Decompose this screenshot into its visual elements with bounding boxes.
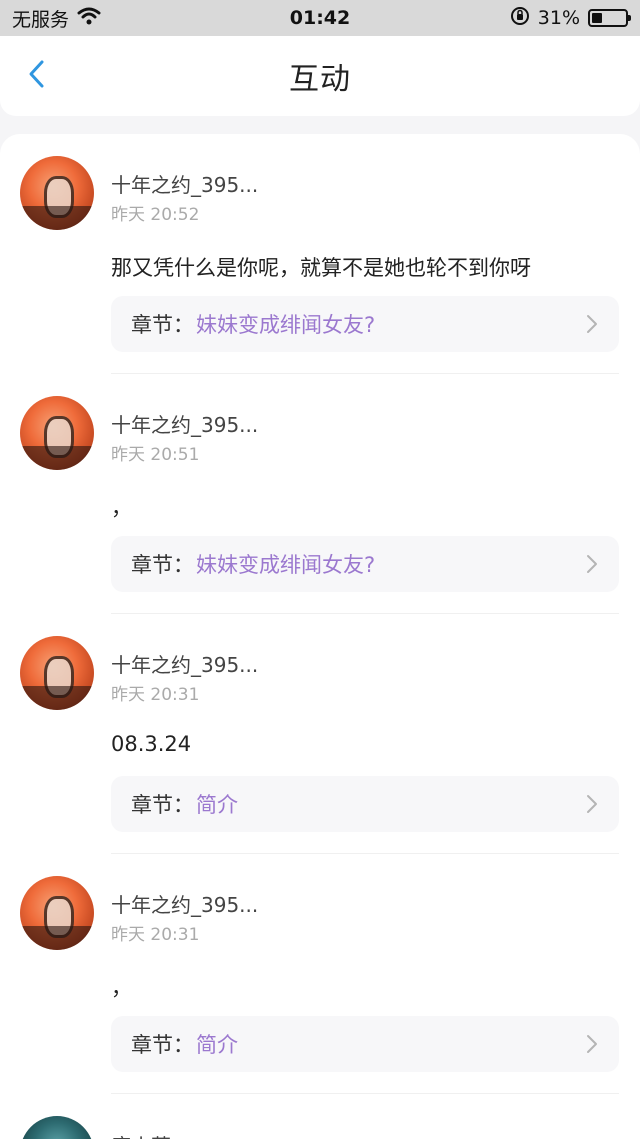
- chapter-label: 章节：: [131, 553, 194, 577]
- comment-item: 十年之约_395... 昨天 20:51 ， 章节： 妹妹变成绯闻女友?: [0, 374, 640, 614]
- username[interactable]: 唐小草: [111, 1130, 171, 1139]
- username[interactable]: 十年之约_395...: [111, 409, 258, 438]
- wifi-icon: [77, 7, 101, 30]
- carrier-label: 无服务: [12, 8, 70, 31]
- status-bar: 无服务 01:42 31%: [0, 0, 640, 36]
- status-left: 无服务: [12, 5, 101, 32]
- comment-list[interactable]: 十年之约_395... 昨天 20:52 那又凭什么是你呢，就算不是她也轮不到你…: [0, 134, 640, 1139]
- username[interactable]: 十年之约_395...: [111, 649, 258, 678]
- page-title: 互动: [289, 62, 351, 97]
- comment-time: 昨天 20:31: [111, 685, 200, 705]
- chapter-link[interactable]: 章节： 妹妹变成绯闻女友?: [111, 536, 619, 592]
- chapter-label: 章节：: [131, 793, 194, 817]
- chapter-title: 妹妹变成绯闻女友?: [196, 553, 376, 577]
- chevron-right-icon: [585, 793, 599, 819]
- comment-time: 昨天 20:52: [111, 205, 200, 225]
- comment-item: 十年之约_395... 昨天 20:31 ， 章节： 简介: [0, 854, 640, 1094]
- chapter-link[interactable]: 章节： 简介: [111, 1016, 619, 1072]
- comment-text: ，: [111, 496, 132, 520]
- rotation-lock-icon: [510, 6, 530, 31]
- chevron-right-icon: [585, 313, 599, 339]
- comment-item: 十年之约_395... 昨天 20:52 那又凭什么是你呢，就算不是她也轮不到你…: [0, 134, 640, 374]
- back-button[interactable]: [20, 58, 52, 94]
- comment-item-partial: 唐小草: [0, 1094, 640, 1139]
- chevron-left-icon: [27, 59, 45, 93]
- avatar[interactable]: [20, 876, 94, 950]
- chapter-label: 章节：: [131, 1033, 194, 1057]
- status-right: 31%: [510, 6, 631, 31]
- username[interactable]: 十年之约_395...: [111, 169, 258, 198]
- comment-time: 昨天 20:51: [111, 445, 200, 465]
- chapter-title: 简介: [196, 1033, 238, 1057]
- username[interactable]: 十年之约_395...: [111, 889, 258, 918]
- chapter-title: 妹妹变成绯闻女友?: [196, 313, 376, 337]
- chapter-title: 简介: [196, 793, 238, 817]
- avatar[interactable]: [20, 1116, 94, 1139]
- comment-text: 那又凭什么是你呢，就算不是她也轮不到你呀: [111, 256, 531, 280]
- battery-icon: [588, 9, 631, 27]
- comment-item: 十年之约_395... 昨天 20:31 08.3.24 章节： 简介: [0, 614, 640, 854]
- battery-fill: [592, 13, 602, 23]
- nav-bar: 互动: [0, 36, 640, 116]
- chapter-label: 章节：: [131, 313, 194, 337]
- comment-text: ，: [111, 976, 132, 1000]
- battery-percent: 31%: [537, 7, 580, 29]
- chapter-link[interactable]: 章节： 简介: [111, 776, 619, 832]
- avatar[interactable]: [20, 636, 94, 710]
- comment-text: 08.3.24: [111, 732, 192, 756]
- chevron-right-icon: [585, 553, 599, 579]
- avatar[interactable]: [20, 396, 94, 470]
- comment-time: 昨天 20:31: [111, 925, 200, 945]
- chapter-link[interactable]: 章节： 妹妹变成绯闻女友?: [111, 296, 619, 352]
- chevron-right-icon: [585, 1033, 599, 1059]
- avatar[interactable]: [20, 156, 94, 230]
